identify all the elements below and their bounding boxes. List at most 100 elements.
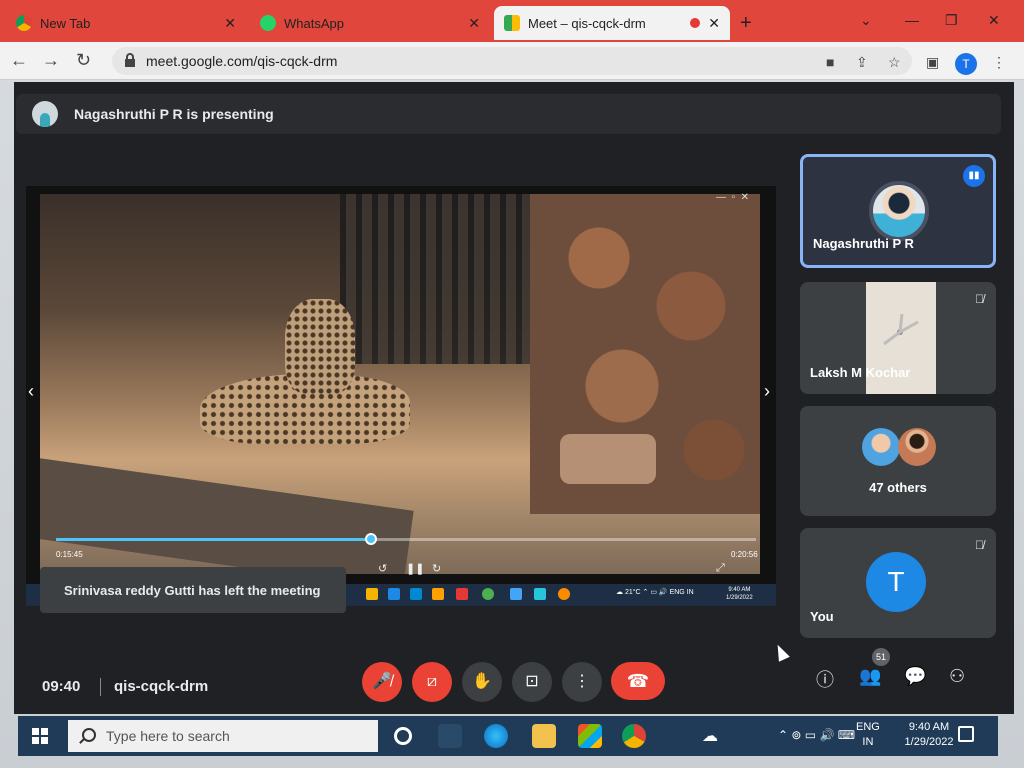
shared-video bbox=[40, 194, 760, 574]
camera-off-icon: ⧄ bbox=[426, 673, 438, 690]
recording-dot-icon bbox=[690, 18, 700, 28]
weather-icon[interactable]: ☁ bbox=[702, 726, 718, 746]
activities-icon[interactable]: ⚇ bbox=[949, 666, 965, 687]
leopard-head bbox=[285, 299, 355, 394]
url-text: meet.google.com/qis-cqck-drm bbox=[146, 53, 338, 69]
address-bar[interactable]: meet.google.com/qis-cqck-drm bbox=[112, 47, 912, 75]
tab-label: New Tab bbox=[40, 15, 91, 31]
meet-area: Nagashruthi P R is presenting — ▫ ✕ ‹ › … bbox=[14, 82, 1014, 714]
close-tab-icon[interactable]: ✕ bbox=[224, 15, 236, 32]
new-tab-button[interactable]: + bbox=[740, 12, 752, 35]
taskbar-clock[interactable]: 9:40 AM 1/29/2022 bbox=[894, 720, 964, 750]
seek-progress bbox=[56, 538, 371, 541]
share-icon[interactable]: ⇪ bbox=[856, 54, 868, 71]
task-view-icon[interactable] bbox=[438, 724, 462, 748]
tab-meet[interactable]: Meet – qis-cqck-drm ✕ bbox=[494, 6, 730, 40]
next-arrow-icon[interactable]: › bbox=[764, 381, 770, 402]
forward-skip-icon[interactable]: ↻ bbox=[432, 562, 441, 575]
seek-bar[interactable] bbox=[56, 533, 756, 545]
tab-label: Meet – qis-cqck-drm bbox=[528, 15, 646, 31]
participant-name: Laksh M Kochar bbox=[810, 365, 911, 380]
participant-avatar bbox=[898, 428, 936, 466]
present-button[interactable]: ⊡ bbox=[512, 662, 552, 702]
search-placeholder: Type here to search bbox=[106, 728, 230, 744]
inner-clock: 9:40 AM 1/29/2022 bbox=[726, 586, 753, 602]
more-vert-icon: ⋮ bbox=[574, 673, 590, 690]
back-icon[interactable]: ← bbox=[10, 50, 28, 71]
close-window-icon[interactable]: ✕ bbox=[988, 12, 1000, 29]
fullscreen-icon[interactable]: ⤢ bbox=[716, 562, 725, 575]
left-meeting-toast: Srinivasa reddy Gutti has left the meeti… bbox=[40, 567, 346, 613]
tab-label: WhatsApp bbox=[284, 15, 344, 31]
chat-icon[interactable]: 💬 bbox=[904, 666, 926, 687]
rewind-icon[interactable]: ↺ bbox=[378, 562, 387, 575]
inner-app-icon bbox=[510, 588, 522, 600]
minimize-icon[interactable]: — bbox=[905, 12, 919, 28]
profile-avatar[interactable]: T bbox=[955, 53, 977, 75]
close-tab-icon[interactable]: ✕ bbox=[708, 15, 720, 32]
more-options-button[interactable]: ⋮ bbox=[562, 662, 602, 702]
store-icon[interactable] bbox=[578, 724, 602, 748]
cortana-icon[interactable] bbox=[394, 727, 412, 745]
forward-icon[interactable]: → bbox=[42, 50, 60, 71]
camera-off-button[interactable]: ⧄ bbox=[412, 662, 452, 702]
file-explorer-icon[interactable] bbox=[532, 724, 556, 748]
previous-arrow-icon[interactable]: ‹ bbox=[28, 381, 34, 402]
elapsed-time: 0:15:45 bbox=[56, 550, 83, 559]
language-indicator[interactable]: ENG IN bbox=[856, 720, 880, 750]
ceiling-fan-icon bbox=[883, 313, 919, 346]
tab-search-icon[interactable]: ⌄ bbox=[860, 12, 872, 29]
meet-icon bbox=[504, 15, 520, 31]
clock-time: 9:40 AM bbox=[908, 721, 950, 733]
seek-knob[interactable] bbox=[365, 533, 377, 545]
participant-tile-others[interactable]: 47 others bbox=[800, 406, 996, 516]
taskbar-search[interactable]: Type here to search bbox=[68, 720, 378, 752]
meeting-info-icon[interactable]: ⓘ bbox=[816, 666, 834, 692]
windows-start-icon[interactable] bbox=[32, 728, 48, 744]
restore-icon[interactable]: ❐ bbox=[945, 12, 958, 29]
leave-call-button[interactable]: ☎ bbox=[611, 662, 665, 700]
chrome-taskbar-icon[interactable] bbox=[622, 724, 646, 748]
inner-app-icon bbox=[534, 588, 546, 600]
participant-tile-laksh[interactable]: 🎙̸ Laksh M Kochar bbox=[800, 282, 996, 394]
presenter-avatar bbox=[32, 101, 58, 127]
shared-screen: — ▫ ✕ ‹ › 0:15:45 0:20:56 ↺ ❚❚ ↻ ⤢ ☁ 21°… bbox=[26, 186, 776, 606]
mic-off-button[interactable]: 🎤̸ bbox=[362, 662, 402, 702]
inner-app-icon bbox=[366, 588, 378, 600]
notification-center-icon[interactable] bbox=[958, 726, 974, 742]
reload-icon[interactable]: ↻ bbox=[76, 50, 91, 71]
inner-tray: ☁ 21°C ⌃ ▭ 🔊 ENG IN bbox=[616, 589, 694, 596]
menu-icon[interactable]: ⋮ bbox=[992, 54, 1006, 71]
lock-icon bbox=[125, 53, 135, 67]
inner-app-icon bbox=[432, 588, 444, 600]
cage-bars bbox=[340, 194, 540, 364]
muted-mic-icon: 🎙̸ bbox=[975, 292, 984, 306]
people-count-badge: 51 bbox=[872, 648, 890, 666]
inner-app-icon bbox=[456, 588, 468, 600]
hang-up-icon: ☎ bbox=[626, 671, 650, 691]
search-icon bbox=[82, 728, 96, 742]
camera-icon[interactable]: ■ bbox=[826, 54, 834, 70]
others-count-label: 47 others bbox=[869, 480, 927, 495]
log bbox=[40, 457, 414, 574]
raise-hand-button[interactable]: ✋ bbox=[462, 662, 502, 702]
tab-whatsapp[interactable]: WhatsApp ✕ bbox=[250, 6, 490, 40]
inner-date: 1/29/2022 bbox=[726, 595, 753, 601]
pause-icon[interactable]: ❚❚ bbox=[406, 562, 424, 575]
participant-tile-presenter[interactable]: ▮▮ Nagashruthi P R bbox=[800, 154, 996, 268]
system-tray-icons[interactable]: ⌃ ⊚ ▭ 🔊 ⌨ bbox=[778, 728, 855, 742]
meeting-clock: 09:40 bbox=[42, 678, 81, 695]
inner-time: 9:40 AM bbox=[728, 587, 751, 593]
participant-tile-you[interactable]: T 🎙̸ You bbox=[800, 528, 996, 638]
presenting-text: Nagashruthi P R is presenting bbox=[74, 106, 274, 122]
muted-mic-icon: 🎙̸ bbox=[975, 538, 984, 552]
close-tab-icon[interactable]: ✕ bbox=[468, 15, 480, 32]
bookmark-star-icon[interactable]: ☆ bbox=[888, 54, 901, 71]
screen: New Tab ✕ WhatsApp ✕ Meet – qis-cqck-drm… bbox=[0, 0, 1024, 768]
browser-tab-bar: New Tab ✕ WhatsApp ✕ Meet – qis-cqck-drm… bbox=[0, 0, 1024, 42]
participant-avatar bbox=[869, 181, 929, 241]
edge-icon[interactable] bbox=[484, 724, 508, 748]
people-icon[interactable]: 👥 bbox=[859, 666, 881, 687]
tab-new-tab[interactable]: New Tab ✕ bbox=[6, 6, 246, 40]
side-panel-icon[interactable]: ▣ bbox=[926, 54, 939, 71]
